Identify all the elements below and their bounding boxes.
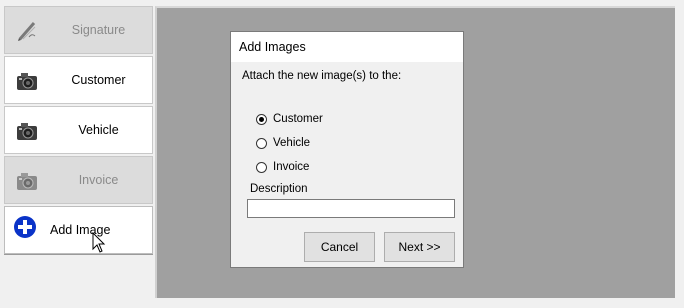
mouse-pointer-icon (92, 232, 106, 253)
add-images-dialog: Add Images Attach the new image(s) to th… (230, 31, 464, 268)
signature-button[interactable]: Signature (4, 6, 153, 54)
radio-button-selected[interactable] (256, 113, 267, 125)
camera-icon (17, 173, 37, 190)
image-sidebar: Signature Customer Vehicle Invoice Add I… (4, 6, 155, 258)
vehicle-label: Vehicle (78, 123, 119, 137)
radio-customer[interactable]: Customer (256, 113, 323, 125)
customer-button[interactable]: Customer (4, 56, 153, 104)
invoice-label: Invoice (78, 173, 119, 187)
radio-button[interactable] (256, 161, 267, 173)
description-label: Description (250, 183, 308, 195)
dialog-title: Add Images (231, 32, 463, 62)
radio-invoice[interactable]: Invoice (256, 161, 309, 173)
radio-vehicle-label: Vehicle (273, 137, 311, 149)
next-button[interactable]: Next >> (384, 232, 455, 262)
radio-button[interactable] (256, 137, 267, 149)
cancel-button[interactable]: Cancel (304, 232, 375, 262)
signature-label: Signature (71, 23, 126, 37)
vehicle-button[interactable]: Vehicle (4, 106, 153, 154)
description-input[interactable] (247, 199, 455, 218)
radio-customer-label: Customer (273, 113, 323, 125)
pen-icon (18, 22, 36, 41)
radio-invoice-label: Invoice (273, 161, 310, 173)
camera-icon (17, 123, 37, 140)
attach-prompt: Attach the new image(s) to the: (242, 70, 402, 82)
camera-icon (17, 73, 37, 90)
invoice-button[interactable]: Invoice (4, 156, 153, 204)
customer-label: Customer (71, 73, 126, 87)
plus-circle-icon (14, 216, 36, 238)
radio-vehicle[interactable]: Vehicle (256, 137, 310, 149)
add-image-button[interactable]: Add Image (4, 206, 153, 254)
